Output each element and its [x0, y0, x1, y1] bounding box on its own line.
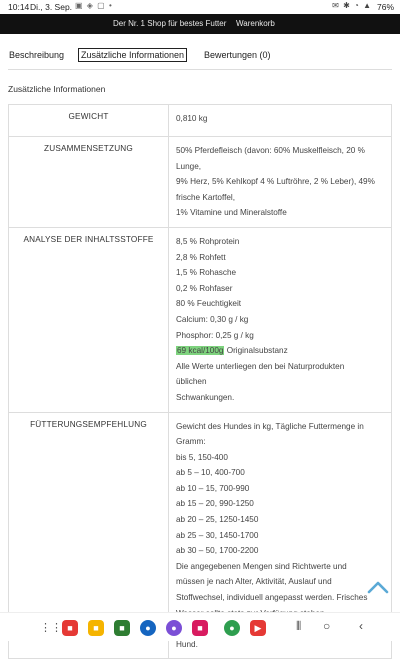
app-icon-red[interactable]: ■ [62, 620, 78, 636]
row-key-composition: ZUSAMMENSETZUNG [8, 136, 169, 228]
text-line: Lunge, [176, 161, 202, 171]
analysis-lines: 8,5 % Rohprotein 2,8 % Rohfett 1,5 % Rohas… [176, 234, 385, 343]
section-title: Zusätzliche Informationen [8, 84, 106, 94]
text-line: 50% Pferdefleisch (davon: 60% Muskelflei… [176, 146, 365, 155]
text-line: 1,5 % Rohasche [176, 268, 237, 278]
app-icon-yellow[interactable]: ■ [88, 620, 104, 636]
text-line: Calcium: 0,30 g / kg [176, 314, 249, 324]
text-line: Gewicht des Hundes in kg, Tägliche Futte… [176, 421, 364, 431]
text-line: frische Kartoffel, [176, 192, 236, 202]
app-icon-pink[interactable]: ■ [192, 620, 208, 636]
text-line: 8,5 % Rohprotein [176, 236, 240, 246]
battery-level: 76% [376, 2, 394, 12]
row-value-analysis: 8,5 % Rohprotein 2,8 % Rohfett 1,5 % Rohas… [168, 226, 392, 413]
text-line: 2,8 % Rohfett [176, 252, 226, 262]
home-icon[interactable]: ○ [323, 619, 330, 633]
text-line: ab 20 – 25, 1250-1450 [176, 515, 259, 525]
text-line: Phosphor: 0,25 g / kg [176, 330, 254, 340]
system-icons: ✉ ✱ ◔ ▲ [332, 1, 372, 10]
text-line: ab 30 – 50, 1700-2200 [176, 546, 259, 556]
tab-description[interactable]: Beschreibung [9, 50, 64, 60]
row-value-weight: 0,810 kg [168, 104, 392, 137]
text-line: 0,810 kg [176, 114, 208, 123]
kcal-highlight: 69 kcal/100g [176, 346, 225, 356]
app-icon-green-round[interactable]: ● [224, 620, 240, 636]
table-row: GEWICHT 0,810 kg [8, 104, 392, 137]
status-date: Di., 3. Sep. [30, 2, 73, 12]
text-line: ab 5 – 10, 400-700 [176, 468, 245, 478]
tab-additional-information[interactable]: Zusätzliche Informationen [78, 48, 188, 62]
text-line: 1% Vitamine und Mineralstoffe [176, 208, 287, 218]
app-icon-purple[interactable]: ● [166, 620, 182, 636]
recent-apps-icon[interactable]: ⦀ [296, 619, 301, 634]
product-tabs: Beschreibung Zusätzliche Informationen B… [0, 44, 400, 70]
analysis-note-lines: Alle Werte unterliegen den bei Naturprod… [176, 359, 385, 406]
table-row: ZUSAMMENSETZUNG 50% Pferdefleisch (davon… [8, 136, 392, 228]
text-line: Schwankungen. [176, 392, 235, 402]
site-header: Der Nr. 1 Shop für bestes Futter Warenko… [0, 14, 400, 34]
status-time: 10:14 [8, 2, 30, 12]
text-line: ab 15 – 20, 990-1250 [176, 499, 254, 509]
text-line: ab 10 – 15, 700-990 [176, 483, 250, 493]
text-line: 80 % Feuchtigkeit [176, 299, 242, 309]
kcal-line: 69 kcal/100g Originalsubstanz [176, 343, 385, 359]
app-icon-green[interactable]: ■ [114, 620, 130, 636]
text-line: ab 25 – 30, 1450-1700 [176, 530, 259, 540]
scroll-to-top-icon[interactable] [367, 580, 389, 594]
youtube-icon[interactable]: ▶ [250, 620, 266, 636]
shop-slogan: Der Nr. 1 Shop für bestes Futter [113, 19, 227, 28]
text-line: Die angegebenen Mengen sind Richtwerte u… [176, 561, 347, 571]
row-key-weight: GEWICHT [8, 104, 169, 137]
tab-reviews[interactable]: Bewertungen (0) [204, 50, 271, 60]
additional-info-table: GEWICHT 0,810 kg ZUSAMMENSETZUNG 50% Pfe… [8, 104, 392, 659]
status-bar: 10:14 Di., 3. Sep. ▣ ◈ ▢ • ✉ ✱ ◔ ▲ 76% [0, 0, 400, 14]
text-line: üblichen [176, 377, 207, 387]
text-line: Alle Werte unterliegen den bei Naturprod… [176, 361, 345, 371]
text-line: 0,2 % Rohfaser [176, 283, 233, 293]
app-icon-blue[interactable]: ● [140, 620, 156, 636]
text-line: müssen je nach Alter, Aktivität, Auslauf… [176, 577, 332, 587]
tabs-divider [8, 69, 392, 70]
text-line: Gramm: [176, 437, 206, 447]
text-line: Stoffwechsel, individuell angepasst werd… [176, 593, 368, 603]
composition-lines: 50% Pferdefleisch (davon: 60% Muskelflei… [176, 143, 385, 221]
row-key-analysis: ANALYSE DER INHALTSSTOFFE [8, 226, 169, 413]
row-value-composition: 50% Pferdefleisch (davon: 60% Muskelflei… [168, 136, 392, 228]
cart-link[interactable]: Warenkorb [236, 19, 275, 28]
text-line: bis 5, 150-400 [176, 452, 228, 462]
notification-icons: ▣ ◈ ▢ • [75, 1, 113, 10]
table-row: ANALYSE DER INHALTSSTOFFE 8,5 % Rohprote… [8, 226, 392, 413]
back-icon[interactable]: ‹ [359, 619, 363, 633]
kcal-rest: Originalsubstanz [224, 346, 288, 356]
text-line: 9% Herz, 5% Kehlkopf 4 % Luftröhre, 2 % … [176, 177, 375, 187]
weight-lines: 0,810 kg [176, 111, 385, 127]
system-taskbar: ⋮⋮⋮ ■ ■ ■ ● ● ■ ● ▶ ⦀ ○ ‹ [0, 612, 400, 641]
